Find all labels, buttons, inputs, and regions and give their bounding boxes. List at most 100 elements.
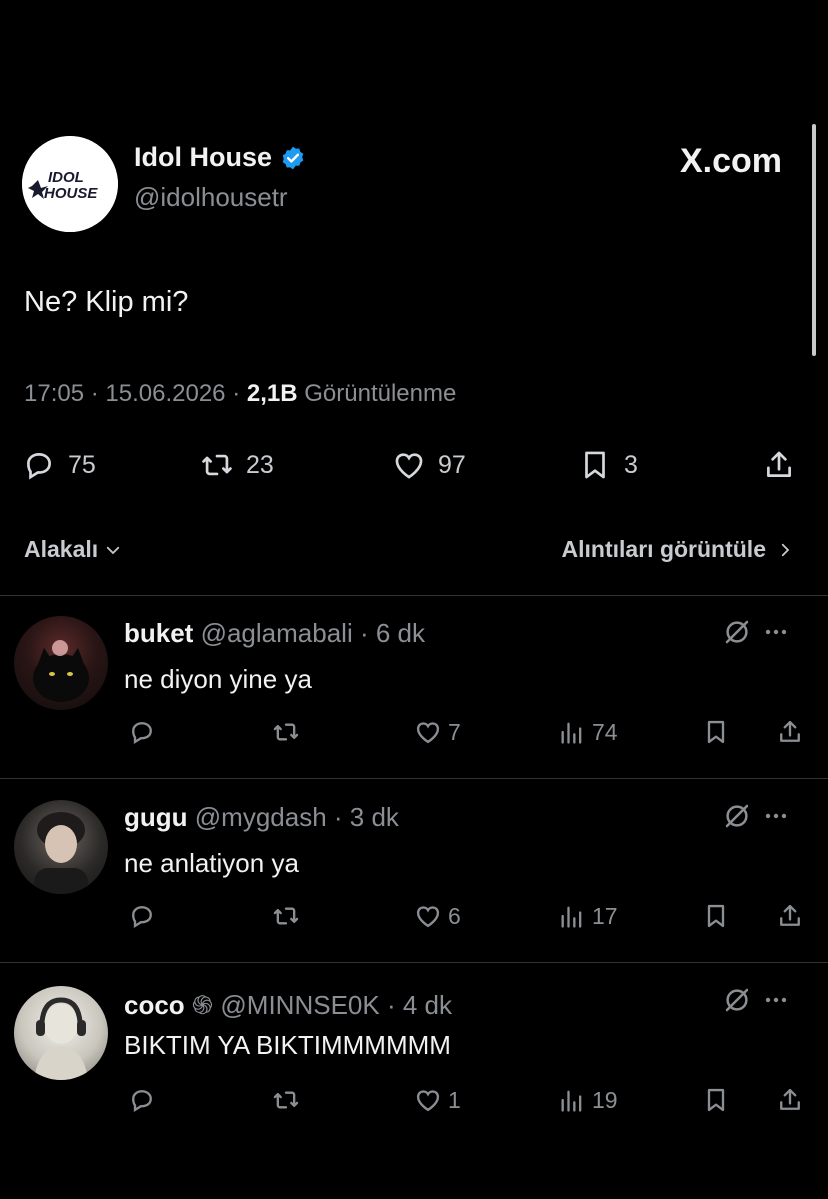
bookmark-icon [707, 720, 725, 744]
share-button[interactable] [776, 902, 804, 930]
views-button[interactable]: 17 [558, 902, 618, 930]
reply-icon [132, 1090, 152, 1113]
reply-author-name[interactable]: buket [124, 618, 193, 648]
view-count: 19 [592, 1086, 618, 1113]
tweet-meta: 17:05 · 15.06.2026 · 2,1B Görüntülenme [24, 380, 456, 408]
reply-author-handle[interactable]: @aglamabali [201, 618, 353, 648]
cat-avatar-image [33, 640, 89, 702]
analytics-icon [561, 906, 582, 928]
chevron-down-icon [107, 546, 120, 554]
grok-icon[interactable] [722, 801, 752, 836]
share-icon [767, 451, 791, 477]
bookmark-icon [707, 904, 725, 928]
divider [0, 778, 828, 779]
share-button[interactable] [762, 448, 796, 482]
tweet-date[interactable]: 15.06.2026 [105, 380, 225, 407]
analytics-icon [561, 1090, 582, 1112]
profile-avatar[interactable]: IDOL HOUSE [22, 136, 118, 232]
display-name-row[interactable]: Idol House [134, 142, 306, 173]
retweet-button[interactable] [272, 1086, 300, 1114]
scrollbar[interactable] [812, 124, 816, 356]
like-count: 7 [448, 718, 461, 745]
person-avatar-image [34, 812, 88, 894]
views-button[interactable]: 19 [558, 1086, 618, 1114]
divider [0, 962, 828, 963]
reply-time[interactable]: 3 dk [350, 802, 399, 832]
share-button[interactable] [776, 1086, 804, 1114]
views-count: 2,1B [246, 380, 298, 407]
reply-avatar[interactable] [14, 986, 108, 1080]
retweet-icon [273, 723, 299, 741]
heart-icon [395, 453, 423, 479]
divider [0, 595, 828, 596]
separator-dot: · [232, 380, 247, 407]
retweet-count: 23 [246, 450, 274, 479]
quotes-label: Alıntıları görüntüle [561, 536, 766, 562]
separator-dot: · [326, 802, 350, 832]
display-name[interactable]: Idol House [134, 142, 272, 173]
site-label: X.com [679, 142, 782, 180]
verified-badge-icon [282, 146, 304, 169]
bookmark-button[interactable] [702, 902, 730, 930]
reply-button[interactable] [128, 902, 156, 930]
bookmark-count: 3 [624, 450, 638, 479]
reply-author-name[interactable]: coco [124, 990, 185, 1020]
tweet-text: Ne? Klip mi? [24, 286, 189, 318]
reply-icon [132, 906, 152, 929]
separator-dot: · [352, 618, 376, 648]
reply-icon [27, 453, 51, 480]
reply-time[interactable]: 4 dk [403, 990, 452, 1020]
reply-author-handle[interactable]: @mygdash [195, 802, 327, 832]
statue-avatar-image [34, 997, 88, 1080]
reply-author-handle[interactable]: @MINNSE0K [220, 990, 379, 1020]
like-button[interactable]: 7 [414, 718, 461, 746]
reply-time[interactable]: 6 dk [376, 618, 425, 648]
name-emoji: ֍ [191, 990, 214, 1020]
retweet-icon [273, 907, 299, 925]
tweet-time[interactable]: 17:05 [24, 380, 84, 407]
retweet-button[interactable] [272, 718, 300, 746]
retweet-button[interactable] [272, 902, 300, 930]
reply-icon [132, 722, 152, 745]
bookmark-icon [585, 451, 605, 479]
like-button[interactable]: 1 [414, 1086, 461, 1114]
heart-icon [416, 1090, 440, 1112]
reply-button[interactable] [128, 718, 156, 746]
sort-dropdown[interactable]: Alakalı [24, 536, 122, 563]
grok-icon[interactable] [722, 617, 752, 652]
reply-text: ne diyon yine ya [124, 664, 312, 694]
idol-house-logo: IDOL HOUSE [22, 136, 118, 232]
reply-header: buket @aglamabali · 6 dk [124, 618, 425, 649]
handle[interactable]: @idolhousetr [134, 182, 288, 213]
bookmark-button[interactable] [702, 718, 730, 746]
grok-icon[interactable] [722, 985, 752, 1020]
share-icon [780, 904, 800, 926]
reply-text: BIKTIM YA BIKTIMMMMMM [124, 1030, 451, 1060]
reply-button[interactable]: 75 [22, 448, 96, 482]
like-button[interactable]: 6 [414, 902, 461, 930]
retweet-button[interactable]: 23 [200, 448, 274, 482]
reply-button[interactable] [128, 1086, 156, 1114]
view-quotes-link[interactable]: Alıntıları görüntüle [562, 536, 794, 563]
view-count: 17 [592, 902, 618, 929]
views-button[interactable]: 74 [558, 718, 618, 746]
more-options-icon[interactable] [760, 801, 792, 836]
retweet-icon [273, 1091, 299, 1109]
reply-avatar[interactable] [14, 800, 108, 894]
like-count: 1 [448, 1086, 461, 1113]
heart-icon [416, 906, 440, 928]
bookmark-button[interactable]: 3 [578, 448, 638, 482]
analytics-icon [561, 722, 582, 744]
share-button[interactable] [776, 718, 804, 746]
more-options-icon[interactable] [760, 985, 792, 1020]
like-count: 6 [448, 902, 461, 929]
sort-label: Alakalı [24, 536, 99, 562]
reply-author-name[interactable]: gugu [124, 802, 188, 832]
reply-avatar[interactable] [14, 616, 108, 710]
like-button[interactable]: 97 [392, 448, 466, 482]
more-options-icon[interactable] [760, 617, 792, 652]
reply-text: ne anlatiyon ya [124, 848, 299, 878]
bookmark-button[interactable] [702, 1086, 730, 1114]
bookmark-icon [707, 1088, 725, 1112]
views-label: Görüntülenme [304, 380, 457, 407]
